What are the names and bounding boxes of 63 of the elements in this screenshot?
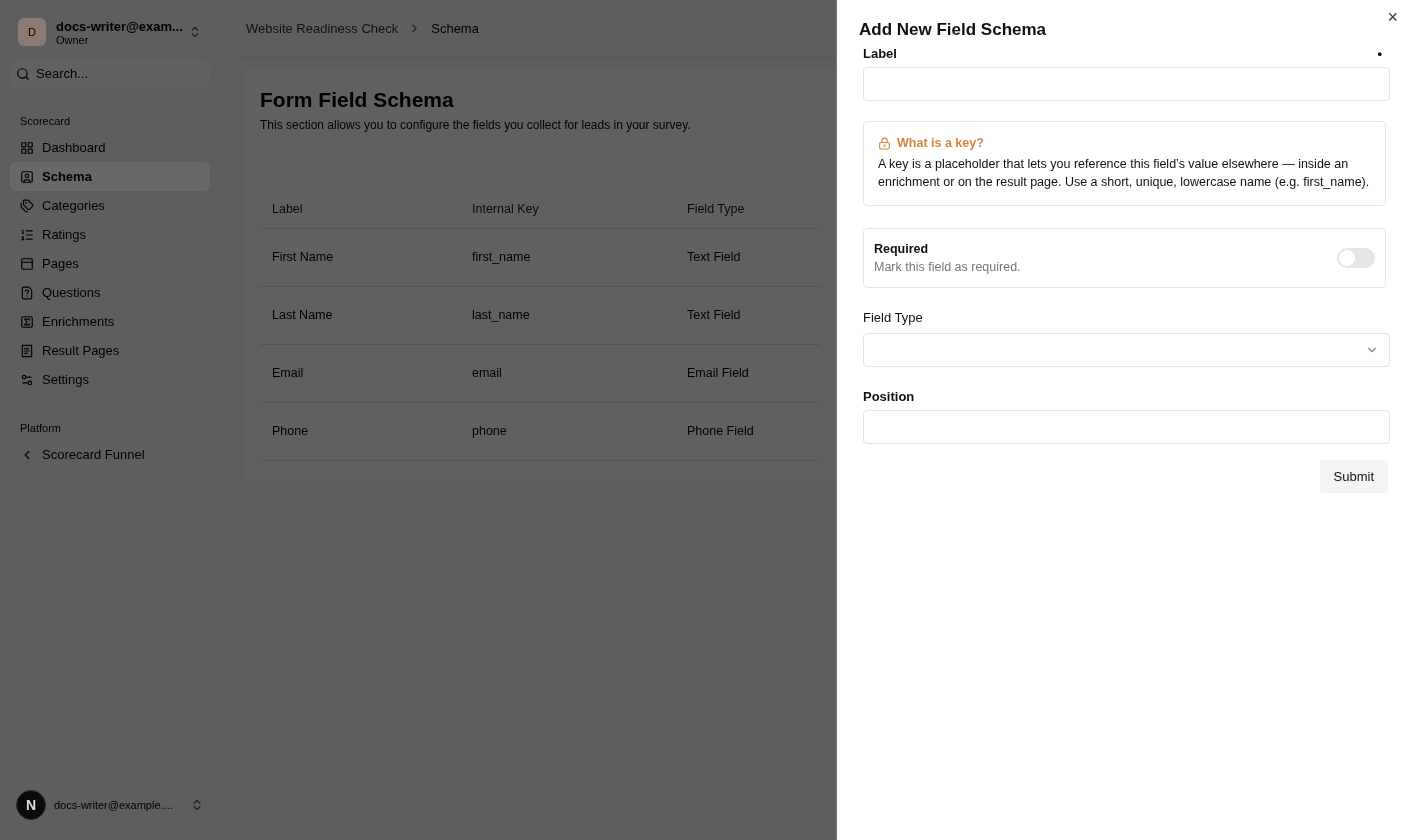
column-header: Internal Key [460,192,675,229]
required-toggle[interactable] [1337,248,1375,268]
page-title: Form Field Schema [260,88,455,112]
field-label: Label [863,46,897,61]
field-type-select[interactable] [863,333,1390,367]
sigma-icon [20,314,34,329]
table-cell: phone [460,403,675,461]
sidebar-item[interactable]: Ratings [10,220,210,249]
user-menu[interactable]: N docs-writer@example.... [10,784,210,826]
field-label: Field Type [863,310,923,325]
setting-title: Required [874,242,930,256]
user-square-icon [20,169,34,184]
table-cell: last_name [460,287,675,345]
sidebar-item[interactable]: Questions [10,278,210,307]
grid-icon [20,140,34,155]
breadcrumb-link[interactable]: Website Readiness Check [246,21,399,36]
sidebar-item[interactable]: Schema [10,162,210,191]
sidebar-item[interactable]: Categories [10,191,210,220]
sidebar-item[interactable]: Dashboard [10,133,210,162]
list-icon [20,227,34,242]
info-text: A key is a placeholder that lets you reference this field’s value elsewhere — inside an enrichment or on the result page. Use a short, unique, lowercase name (e.g. first_name). [878,156,1371,191]
lock-icon [878,136,891,150]
breadcrumb-link[interactable]: Schema [431,21,479,36]
table-cell: Phone Field [675,403,820,461]
table-cell: Text Field [675,287,820,345]
sliders-icon [20,372,34,387]
required-marker: • [1377,46,1382,61]
sidebar-item[interactable]: Result Pages [10,336,210,365]
submit-button[interactable]: Submit [1319,460,1388,493]
dialog-title: Add New Field Schema [859,20,1048,40]
account-switcher[interactable]: D docs-writer@exam... Owner [10,14,210,50]
page-description: This section allows you to configure the fields you collect for leads in your survey. [260,118,692,132]
sidebar-item[interactable]: Pages [10,249,210,278]
sidebar-item[interactable]: Scorecard Funnel [10,440,210,469]
field-label: Position [863,389,915,404]
position-input[interactable] [863,410,1390,444]
account-avatar: D [18,18,46,46]
receipt-icon [20,343,34,358]
info-title: What is a key? [897,136,984,150]
table-cell: email [460,345,675,403]
table-cell: Email Field [675,345,820,403]
table-cell: Phone [260,403,460,461]
table-cell: Email [260,345,460,403]
sidebar-item[interactable]: Enrichments [10,307,210,336]
account-role: Owner [56,33,90,46]
panel-icon [20,256,34,271]
tags-icon [20,198,34,213]
sidebar-item[interactable]: Settings [10,365,210,394]
table-cell: Last Name [260,287,460,345]
column-header: Field Type [675,192,820,229]
table-cell: first_name [460,229,675,287]
user-email: docs-writer@example.... [54,799,174,811]
column-header: Label [260,192,460,229]
search-icon [16,66,30,81]
section-title: Platform [19,421,62,436]
table-cell: First Name [260,229,460,287]
user-avatar: N [16,790,46,820]
question-file-icon [20,285,34,300]
setting-description: Mark this field as required. [874,260,1022,274]
section-title: Scorecard [19,114,72,129]
close-button[interactable]: × [1387,8,1398,26]
table-cell: Text Field [675,229,820,287]
label-input[interactable] [863,67,1390,101]
